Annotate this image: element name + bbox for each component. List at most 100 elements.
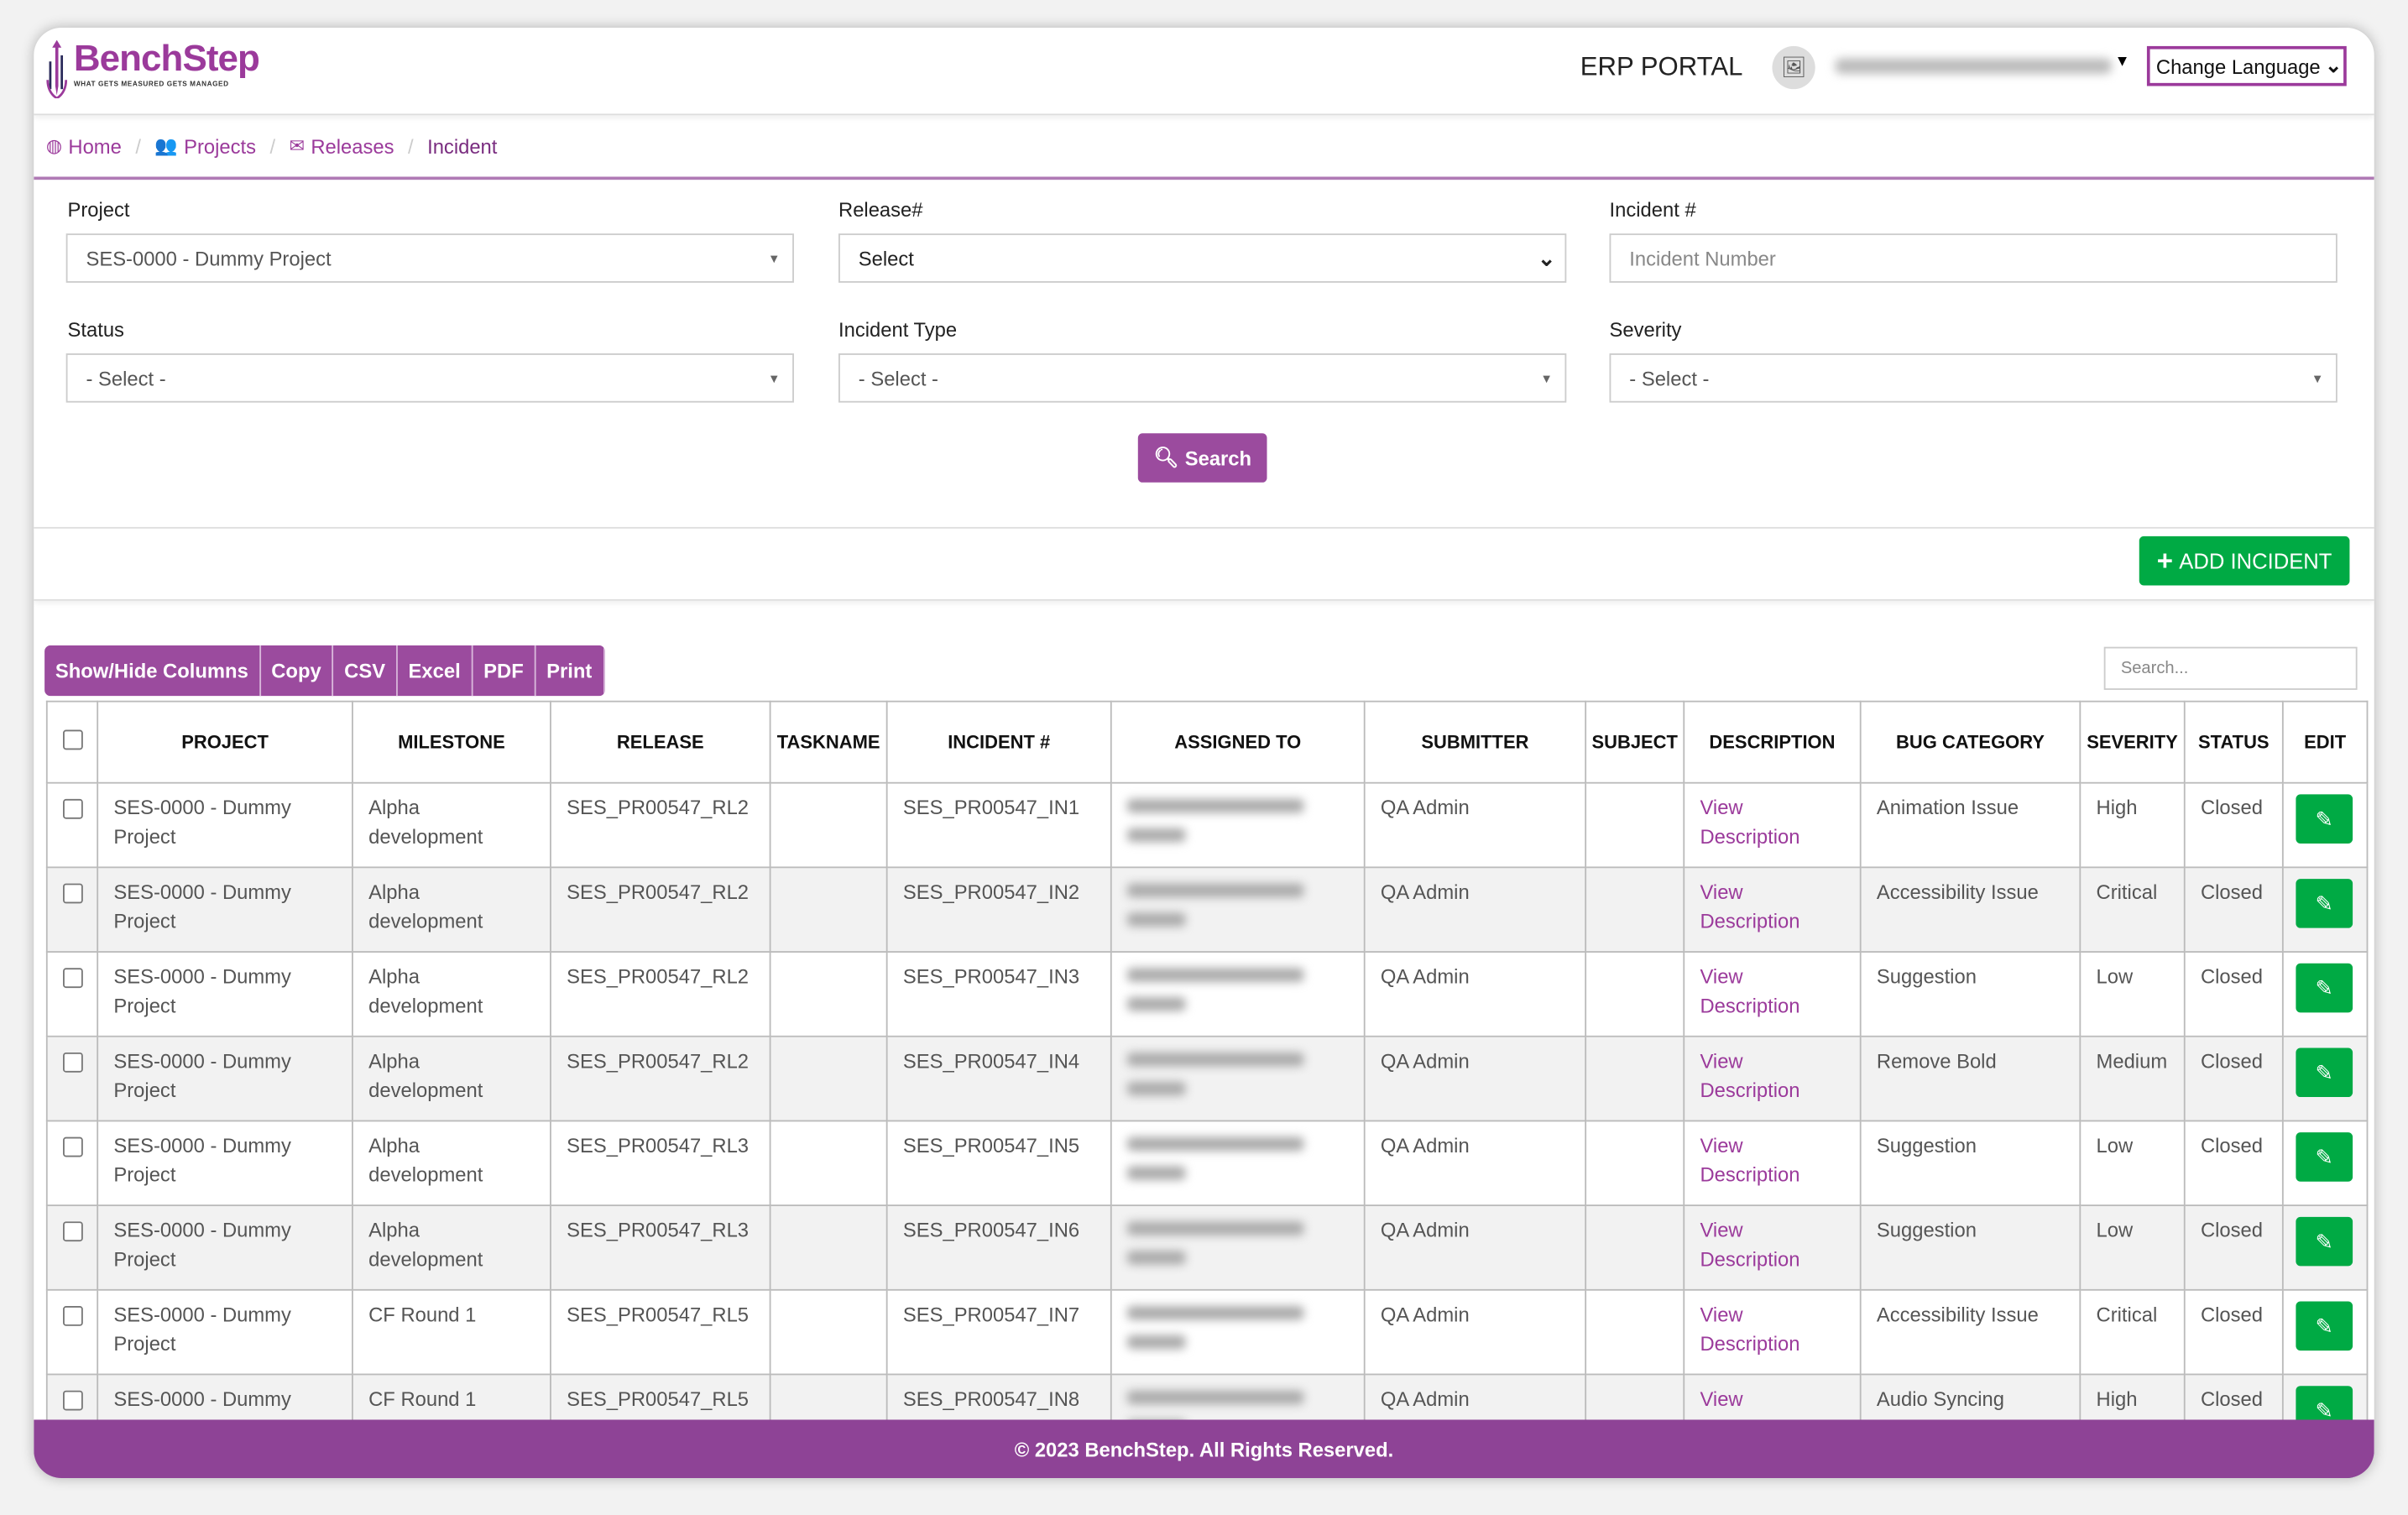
edit-icon: ✎ bbox=[2315, 1059, 2333, 1084]
project-select[interactable]: SES-0000 - Dummy Project ▼ bbox=[65, 233, 794, 283]
view-description-link[interactable]: View Description bbox=[1700, 1049, 1799, 1101]
table-row: SES-0000 - Dummy Project Alpha developmen… bbox=[45, 1035, 2369, 1122]
taskname-cell bbox=[769, 1288, 888, 1376]
bug-category-cell: Suggestion bbox=[1859, 1120, 2082, 1207]
incident-number-input[interactable]: Incident Number bbox=[1609, 233, 2337, 283]
submitter-cell: QA Admin bbox=[1363, 1035, 1587, 1122]
table-row: SES-0000 - Dummy ProjectCF Round 1SES_PR… bbox=[45, 1288, 2369, 1376]
user-avatar[interactable]: 🖼 bbox=[1772, 45, 1815, 90]
caret-down-icon: ▼ bbox=[767, 251, 781, 265]
row-checkbox[interactable] bbox=[45, 951, 99, 1037]
row-checkbox[interactable] bbox=[45, 866, 99, 953]
pdf-button[interactable]: PDF bbox=[473, 645, 536, 697]
row-checkbox[interactable] bbox=[45, 781, 99, 869]
edit-button[interactable]: ✎ bbox=[2296, 1301, 2353, 1351]
column-header[interactable]: INCIDENT # bbox=[885, 700, 1112, 784]
caret-down-icon: ▼ bbox=[767, 371, 781, 385]
chevron-down-icon: ⌄ bbox=[1538, 244, 1556, 270]
column-header[interactable]: ASSIGNED TO bbox=[1110, 700, 1366, 784]
edit-button[interactable]: ✎ bbox=[2296, 794, 2353, 844]
edit-button[interactable]: ✎ bbox=[2296, 1216, 2353, 1267]
print-button[interactable]: Print bbox=[535, 645, 605, 697]
change-language-select[interactable]: Change Language ⌄ bbox=[2146, 45, 2347, 86]
row-checkbox[interactable] bbox=[45, 1204, 99, 1291]
csv-button[interactable]: CSV bbox=[333, 645, 398, 697]
incident-cell: SES_PR00547_IN2 bbox=[885, 866, 1112, 953]
severity-select[interactable]: - Select - ▼ bbox=[1609, 353, 2337, 403]
description-cell: View Description bbox=[1683, 1204, 1862, 1291]
add-incident-button[interactable]: + ADD INCIDENT bbox=[2139, 535, 2350, 586]
table-row: SES-0000 - Dummy Project Alpha developmen… bbox=[45, 1120, 2369, 1207]
edit-button[interactable]: ✎ bbox=[2296, 963, 2353, 1013]
incident-table: PROJECT MILESTONE RELEASE TASKNAME INCIDENT … bbox=[45, 700, 2369, 1479]
view-description-link[interactable]: View Description bbox=[1700, 965, 1799, 1017]
filter-panel: Project SES-0000 - Dummy Project ▼ Releas… bbox=[34, 180, 2374, 529]
status-cell: Closed bbox=[2183, 1120, 2284, 1207]
incident-type-select[interactable]: - Select - ▼ bbox=[838, 353, 1567, 403]
excel-button[interactable]: Excel bbox=[397, 645, 473, 697]
caret-down-icon[interactable]: ▼ bbox=[2114, 54, 2129, 71]
release-cell: SES_PR00547_RL2 bbox=[550, 1035, 771, 1122]
edit-button[interactable]: ✎ bbox=[2296, 1047, 2353, 1098]
release-cell: SES_PR00547_RL2 bbox=[550, 781, 771, 869]
table-header: PROJECT MILESTONE RELEASE TASKNAME INCIDENT … bbox=[45, 700, 2369, 784]
severity-cell: Low bbox=[2079, 1120, 2186, 1207]
milestone-cell: Alpha development bbox=[352, 1120, 551, 1207]
milestone-cell: Alpha development bbox=[352, 1035, 551, 1122]
project-cell: SES-0000 - Dummy Project bbox=[97, 866, 353, 953]
submitter-cell: QA Admin bbox=[1363, 1204, 1587, 1291]
top-bar: BenchStep WHAT GETS MEASURED GETS MANAGE… bbox=[34, 28, 2374, 116]
taskname-cell bbox=[769, 1204, 888, 1291]
status-select[interactable]: - Select - ▼ bbox=[65, 353, 794, 403]
view-description-link[interactable]: View Description bbox=[1700, 880, 1799, 933]
severity-cell: Low bbox=[2079, 1204, 2186, 1291]
incident-number-label: Incident # bbox=[1609, 198, 1696, 222]
column-header[interactable]: DESCRIPTION bbox=[1683, 700, 1862, 784]
breadcrumb-releases[interactable]: Releases bbox=[311, 134, 394, 157]
subject-cell bbox=[1585, 1288, 1685, 1376]
select-all-checkbox[interactable] bbox=[45, 700, 99, 784]
taskname-cell bbox=[769, 1120, 888, 1207]
column-header[interactable]: SEVERITY bbox=[2079, 700, 2186, 784]
column-header[interactable]: STATUS bbox=[2183, 700, 2284, 784]
show-hide-columns-button[interactable]: Show/Hide Columns bbox=[44, 645, 261, 697]
copy-button[interactable]: Copy bbox=[260, 645, 334, 697]
column-header[interactable]: TASKNAME bbox=[769, 700, 888, 784]
milestone-cell: CF Round 1 bbox=[352, 1288, 551, 1376]
release-cell: SES_PR00547_RL3 bbox=[550, 1120, 771, 1207]
view-description-link[interactable]: View Description bbox=[1700, 1219, 1799, 1271]
app-window: BenchStep WHAT GETS MEASURED GETS MANAGE… bbox=[34, 27, 2374, 1479]
column-header[interactable]: EDIT bbox=[2281, 700, 2369, 784]
logo-icon bbox=[46, 39, 68, 99]
search-button[interactable]: 🔍︎ Search bbox=[1137, 433, 1267, 483]
column-header[interactable]: MILESTONE bbox=[352, 700, 551, 784]
column-header[interactable]: SUBMITTER bbox=[1363, 700, 1587, 784]
row-checkbox[interactable] bbox=[45, 1035, 99, 1122]
milestone-cell: Alpha development bbox=[352, 1204, 551, 1291]
edit-icon: ✎ bbox=[2315, 974, 2333, 1000]
view-description-link[interactable]: View Description bbox=[1700, 1303, 1799, 1355]
status-cell: Closed bbox=[2183, 1035, 2284, 1122]
row-checkbox[interactable] bbox=[45, 1288, 99, 1376]
table-row: SES-0000 - Dummy Project Alpha developmen… bbox=[45, 866, 2369, 953]
incident-type-label: Incident Type bbox=[838, 317, 958, 342]
assigned-to-cell bbox=[1110, 951, 1366, 1037]
breadcrumb-projects[interactable]: Projects bbox=[184, 134, 256, 157]
assigned-to-cell bbox=[1110, 781, 1366, 869]
bug-category-cell: Remove Bold bbox=[1859, 1035, 2082, 1122]
column-header[interactable]: PROJECT bbox=[97, 700, 353, 784]
edit-button[interactable]: ✎ bbox=[2296, 879, 2353, 928]
table-search-input[interactable]: Search... bbox=[2103, 646, 2358, 690]
column-header[interactable]: RELEASE bbox=[550, 700, 771, 784]
edit-button[interactable]: ✎ bbox=[2296, 1132, 2353, 1182]
release-select[interactable]: Select ⌄ bbox=[838, 233, 1567, 283]
logo[interactable]: BenchStep WHAT GETS MEASURED GETS MANAGE… bbox=[46, 39, 260, 99]
breadcrumb-home[interactable]: Home bbox=[68, 134, 121, 157]
view-description-link[interactable]: View Description bbox=[1700, 796, 1799, 848]
table-row: SES-0000 - Dummy Project Alpha developmen… bbox=[45, 781, 2369, 869]
view-description-link[interactable]: View Description bbox=[1700, 1134, 1799, 1186]
column-header[interactable]: BUG CATEGORY bbox=[1859, 700, 2082, 784]
row-checkbox[interactable] bbox=[45, 1120, 99, 1207]
column-header[interactable]: SUBJECT bbox=[1585, 700, 1685, 784]
user-email-blurred[interactable] bbox=[1835, 58, 2112, 74]
